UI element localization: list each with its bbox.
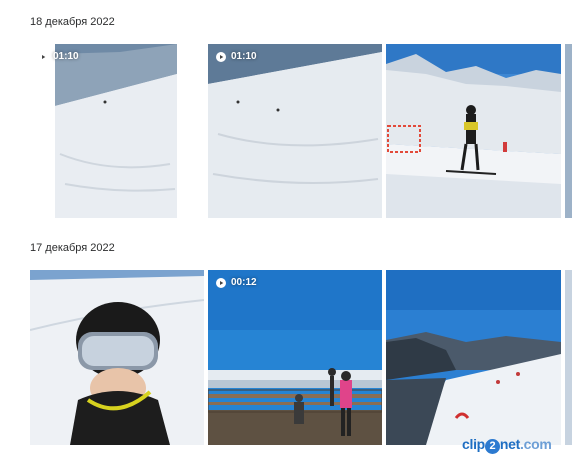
date-label-2: 17 декабря 2022 [30,242,115,254]
video-duration: 00:12 [231,277,257,288]
photo-thumbnail[interactable] [30,270,204,445]
play-icon [216,277,226,288]
thumbnail-image [30,270,204,445]
video-thumbnail[interactable]: 01:10 [208,44,382,218]
watermark-logo: clip 2 net.com [462,436,552,454]
video-duration-badge: 01:10 [216,51,257,62]
thumbnail-image [30,44,177,218]
video-duration-badge: 00:12 [216,277,257,288]
video-duration: 01:10 [53,51,79,62]
photo-thumbnail-partial[interactable] [565,270,572,445]
date-label-1: 18 декабря 2022 [30,16,115,28]
video-thumbnail[interactable]: 00:12 [208,270,382,445]
thumbnail-image [208,44,382,218]
photo-thumbnail[interactable] [386,44,561,218]
play-icon [216,51,226,62]
thumbnail-image [386,44,561,218]
thumbnail-image [208,270,382,445]
photo-thumbnail[interactable] [386,270,561,445]
thumbnail-image [565,44,572,218]
video-duration-badge: 01:10 [38,51,79,62]
thumbnail-image [386,270,561,445]
video-thumbnail[interactable]: 01:10 [30,44,177,218]
video-duration: 01:10 [231,51,257,62]
thumbnail-image [565,270,572,445]
photo-thumbnail-partial[interactable] [565,44,572,218]
play-icon [38,51,48,62]
